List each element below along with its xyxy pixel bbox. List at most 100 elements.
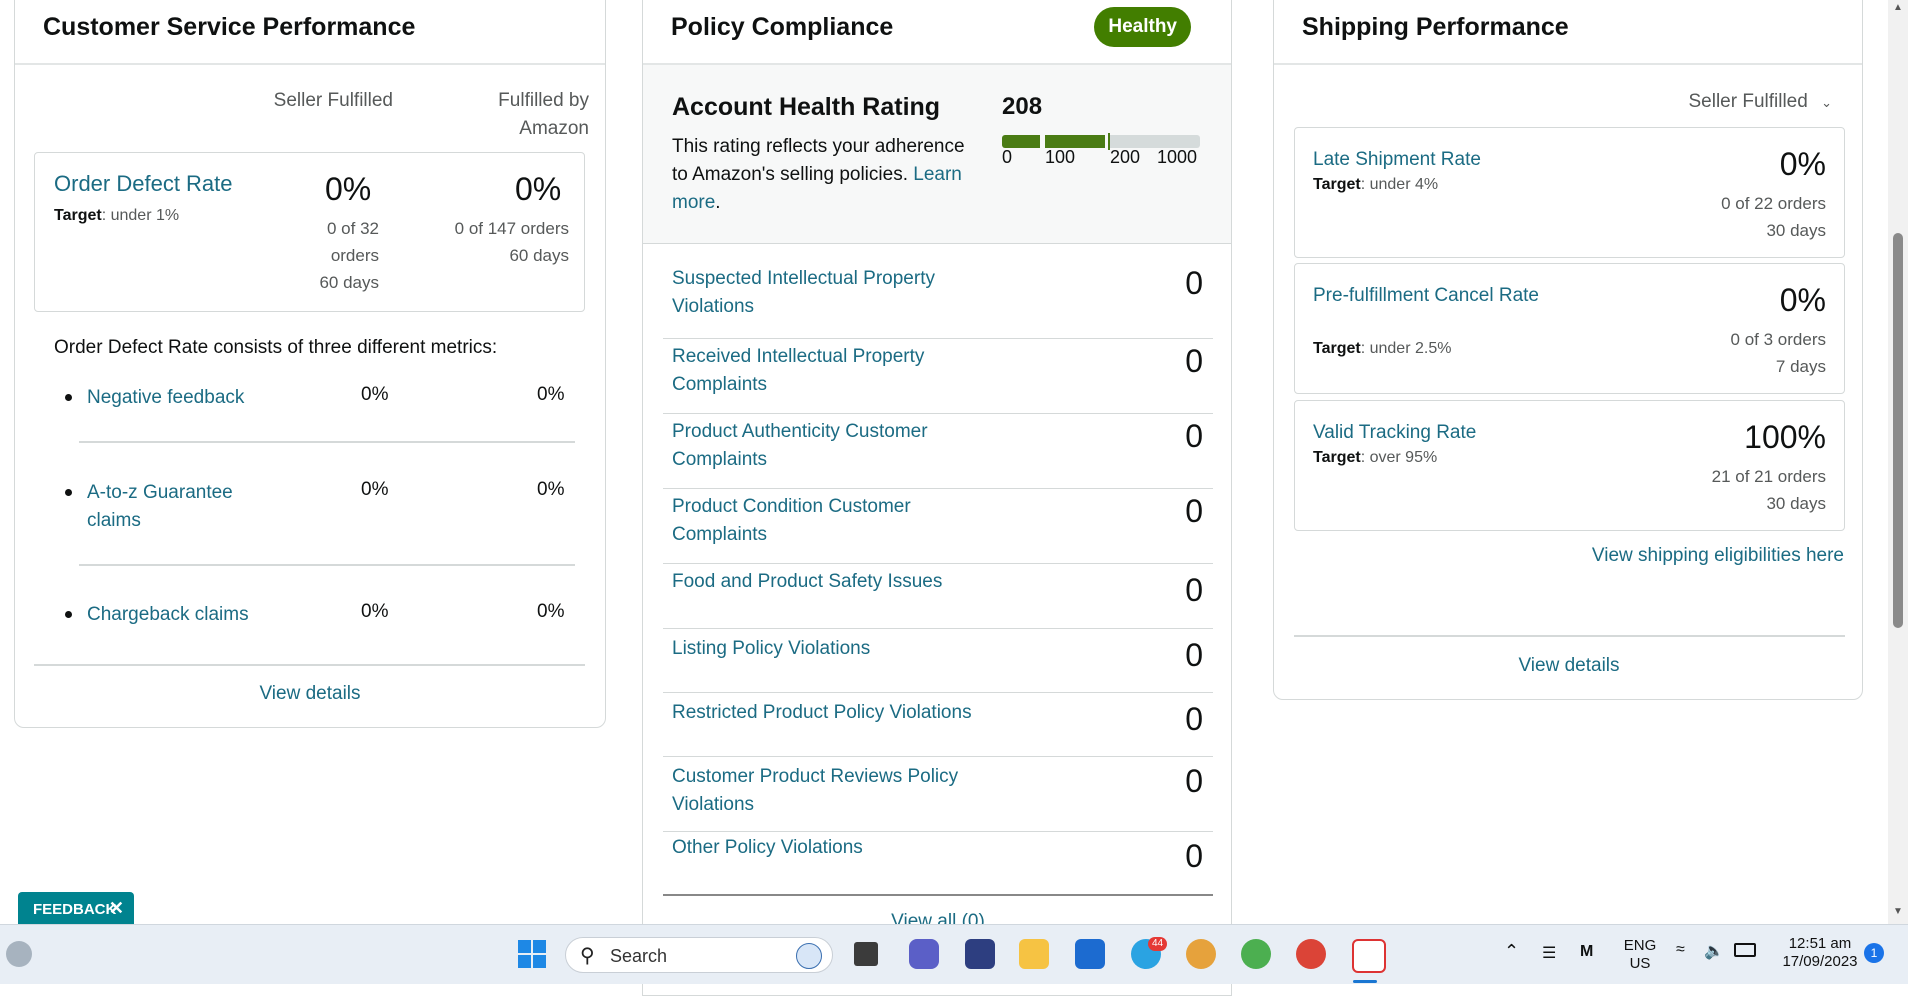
policy-row: Product Condition Customer Complaints 0 bbox=[663, 489, 1213, 564]
bullet bbox=[65, 489, 72, 496]
policy-row-link[interactable]: Received Intellectual Property Complaint… bbox=[672, 343, 972, 399]
telegram-badge: 44 bbox=[1148, 937, 1168, 951]
windows-start-icon[interactable] bbox=[517, 939, 547, 969]
valid-tracking-rate-box: Valid Tracking Rate Target: over 95% 100… bbox=[1294, 400, 1845, 531]
chargeback-claims-fba: 0% bbox=[537, 601, 565, 622]
account-health-rating-box: Account Health Rating This rating reflec… bbox=[643, 65, 1231, 244]
policy-row: Product Authenticity Customer Complaints… bbox=[663, 414, 1213, 489]
late-shipment-rate-box: Late Shipment Rate Target: under 4% 0% 0… bbox=[1294, 127, 1845, 258]
valid-tracking-rate-link[interactable]: Valid Tracking Rate bbox=[1313, 419, 1553, 447]
customer-service-card: Customer Service Performance Seller Fulf… bbox=[14, 0, 606, 728]
policy-compliance-title: Policy Compliance bbox=[671, 13, 894, 41]
chargeback-claims-link[interactable]: Chargeback claims bbox=[87, 601, 287, 629]
atoz-claims-fba: 0% bbox=[537, 479, 565, 500]
chrome-profile-1-icon[interactable] bbox=[1186, 939, 1216, 969]
customer-service-view-details-link[interactable]: View details bbox=[15, 683, 605, 705]
atoz-claims-link[interactable]: A-to-z Guarantee claims bbox=[87, 479, 287, 535]
wifi-icon[interactable]: ≈ bbox=[1676, 941, 1685, 959]
cancel-rate-percent: 0% bbox=[1779, 282, 1826, 318]
chevron-up-icon[interactable]: ⌃ bbox=[1504, 941, 1519, 962]
microsoft-store-icon[interactable] bbox=[1075, 939, 1105, 969]
chevron-down-icon: ⌄ bbox=[1821, 95, 1832, 110]
snipping-tool-icon[interactable] bbox=[1352, 939, 1386, 973]
shipping-view-details-link[interactable]: View details bbox=[1274, 655, 1864, 677]
shipping-eligibilities-link[interactable]: View shipping eligibilities here bbox=[1592, 545, 1844, 567]
divider bbox=[79, 441, 575, 443]
policy-row: Other Policy Violations 0 bbox=[663, 832, 1213, 896]
order-defect-rate-box: Order Defect Rate Target: under 1% 0% 0 … bbox=[34, 152, 585, 312]
policy-row-count: 0 bbox=[1185, 763, 1203, 799]
app-m-tray-icon[interactable]: M bbox=[1580, 943, 1593, 961]
cancel-rate-detail: 0 of 3 orders 7 days bbox=[1730, 330, 1826, 376]
negative-feedback-fba: 0% bbox=[537, 384, 565, 405]
policy-row-count: 0 bbox=[1185, 265, 1203, 301]
app-m-icon[interactable] bbox=[965, 939, 995, 969]
policy-row: Customer Product Reviews Policy Violatio… bbox=[663, 757, 1213, 832]
windows-taskbar: ⚲ Search 44 ⌃ ☰ M ENG US ≈ 🔈 12:51 am 17/0… bbox=[0, 924, 1908, 984]
column-fulfilled-by-amazon: Fulfilled by Amazon bbox=[498, 90, 589, 139]
policy-row-link[interactable]: Other Policy Violations bbox=[672, 834, 972, 862]
odr-seller-percent: 0% bbox=[325, 171, 372, 207]
odr-metrics-intro: Order Defect Rate consists of three diff… bbox=[54, 337, 498, 358]
odr-fba-percent: 0% bbox=[515, 171, 562, 207]
policy-row: Suspected Intellectual Property Violatio… bbox=[663, 265, 1213, 339]
customer-service-title: Customer Service Performance bbox=[43, 13, 416, 41]
policy-row-count: 0 bbox=[1185, 701, 1203, 737]
task-view-icon[interactable] bbox=[854, 942, 878, 966]
account-health-rating-score: 208 bbox=[1002, 93, 1043, 120]
policy-row-link[interactable]: Suspected Intellectual Property Violatio… bbox=[672, 265, 972, 321]
close-icon[interactable]: ✕ bbox=[109, 898, 124, 919]
order-defect-rate-link[interactable]: Order Defect Rate bbox=[54, 171, 233, 197]
scroll-up-arrow-icon[interactable]: ▲ bbox=[1893, 2, 1903, 13]
volume-icon[interactable]: 🔈 bbox=[1704, 941, 1724, 961]
chrome-profile-2-icon[interactable] bbox=[1241, 939, 1271, 969]
policy-row-link[interactable]: Food and Product Safety Issues bbox=[672, 568, 992, 596]
clock[interactable]: 12:51 am 17/09/2023 bbox=[1770, 935, 1870, 971]
rating-tick-0: 0 bbox=[1002, 147, 1013, 167]
feedback-tab[interactable]: FEEDBACK ✕ bbox=[18, 892, 134, 926]
rating-tick-1000: 1000 bbox=[1157, 147, 1198, 167]
weather-icon[interactable] bbox=[6, 941, 32, 967]
policy-row-count: 0 bbox=[1185, 343, 1203, 379]
policy-row-count: 0 bbox=[1185, 838, 1203, 874]
taskbar-search-input[interactable]: ⚲ Search bbox=[565, 937, 833, 973]
late-shipment-rate-link[interactable]: Late Shipment Rate bbox=[1313, 146, 1553, 174]
late-shipment-target: Target: under 4% bbox=[1313, 176, 1439, 193]
column-seller-fulfilled: Seller Fulfilled bbox=[273, 90, 393, 111]
valid-tracking-percent: 100% bbox=[1744, 419, 1826, 455]
notification-count-badge[interactable]: 1 bbox=[1864, 943, 1884, 963]
bullet bbox=[65, 394, 72, 401]
file-explorer-icon[interactable] bbox=[1019, 939, 1049, 969]
cancel-rate-box: Pre-fulfillment Cancel Rate Target: unde… bbox=[1294, 263, 1845, 394]
policy-compliance-card: Policy Compliance Healthy Account Health… bbox=[642, 0, 1232, 996]
late-shipment-percent: 0% bbox=[1779, 146, 1826, 182]
scroll-down-arrow-icon[interactable]: ▼ bbox=[1893, 906, 1903, 917]
divider bbox=[1294, 635, 1845, 637]
page-scrollbar[interactable]: ▲ ▼ bbox=[1888, 0, 1908, 924]
battery-icon[interactable] bbox=[1734, 943, 1756, 957]
chrome-profile-3-icon[interactable] bbox=[1296, 939, 1326, 969]
policy-row-link[interactable]: Product Authenticity Customer Complaints bbox=[672, 418, 972, 474]
policy-row-link[interactable]: Listing Policy Violations bbox=[672, 635, 972, 663]
shipping-performance-title: Shipping Performance bbox=[1302, 13, 1569, 41]
policy-row: Listing Policy Violations 0 bbox=[663, 629, 1213, 693]
negative-feedback-seller: 0% bbox=[361, 384, 389, 405]
cancel-rate-link[interactable]: Pre-fulfillment Cancel Rate bbox=[1313, 282, 1553, 310]
bing-icon[interactable] bbox=[796, 943, 822, 969]
scrollbar-thumb[interactable] bbox=[1893, 233, 1903, 628]
negative-feedback-link[interactable]: Negative feedback bbox=[87, 384, 287, 412]
teams-chat-icon[interactable] bbox=[909, 939, 939, 969]
policy-row: Food and Product Safety Issues 0 bbox=[663, 564, 1213, 629]
policy-row: Restricted Product Policy Violations 0 bbox=[663, 693, 1213, 757]
fulfillment-type-dropdown[interactable]: Seller Fulfilled ⌄ bbox=[1688, 91, 1832, 113]
divider bbox=[79, 564, 575, 566]
language-indicator[interactable]: ENG US bbox=[1620, 937, 1660, 973]
policy-row-link[interactable]: Product Condition Customer Complaints bbox=[672, 493, 972, 549]
policy-row-link[interactable]: Customer Product Reviews Policy Violatio… bbox=[672, 763, 992, 819]
sliders-icon[interactable]: ☰ bbox=[1542, 943, 1556, 963]
divider bbox=[34, 664, 585, 666]
search-icon: ⚲ bbox=[580, 945, 595, 967]
account-health-rating-description: This rating reflects your adherence to A… bbox=[672, 136, 965, 213]
policy-row-link[interactable]: Restricted Product Policy Violations bbox=[672, 699, 992, 727]
odr-fba-detail: 0 of 147 orders 60 days bbox=[454, 219, 569, 265]
